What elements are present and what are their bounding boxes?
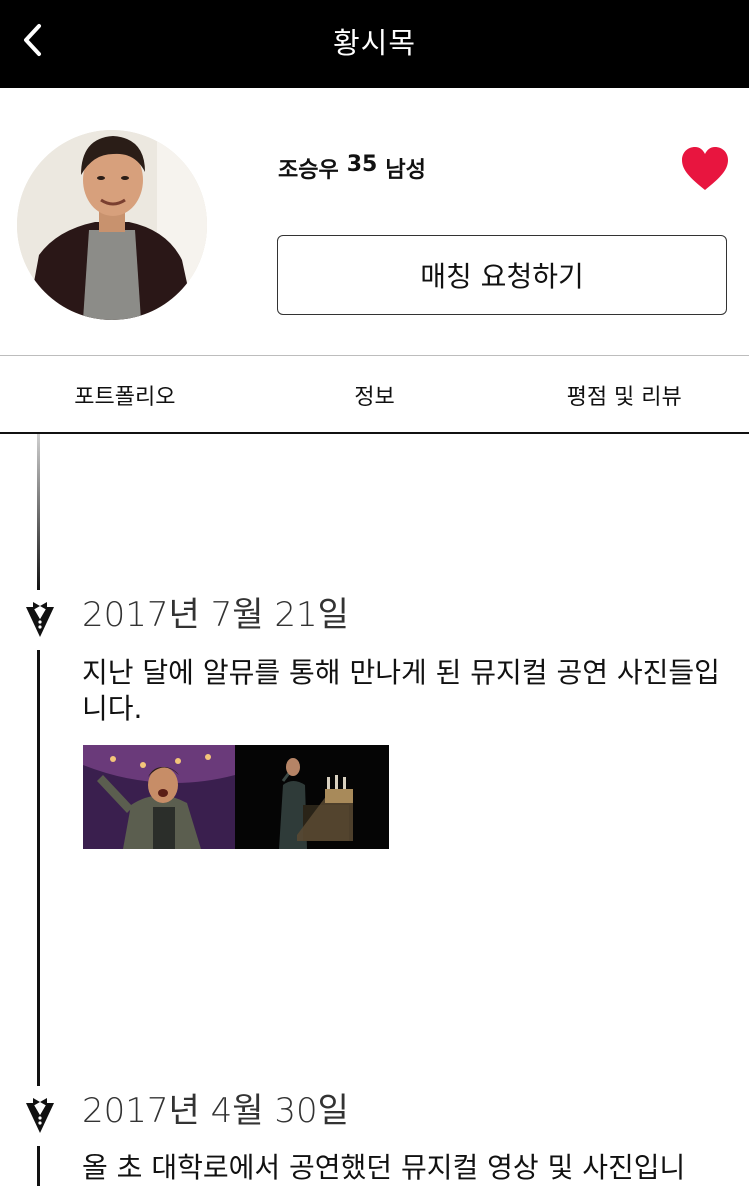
avatar[interactable] [17, 130, 207, 320]
tab-bar: 포트폴리오 정보 평점 및 리뷰 [0, 356, 749, 434]
profile-summary: 조승우 35 남성 [278, 152, 426, 184]
tuxedo-icon [26, 602, 54, 637]
heart-icon [682, 147, 728, 190]
tabs-divider [0, 432, 749, 434]
tab-ratings-reviews[interactable]: 평점 및 리뷰 [499, 356, 749, 433]
page-title: 황시목 [332, 26, 417, 60]
performer-stage-photo[interactable] [235, 745, 389, 849]
performer-singing-photo[interactable] [83, 745, 235, 849]
tab-portfolio[interactable]: 포트폴리오 [0, 356, 250, 434]
profile-gender: 남성 [385, 158, 426, 183]
favorite-button[interactable] [680, 146, 730, 192]
tuxedo-icon [26, 1098, 54, 1133]
entry-date: 2017년 7월 21일 [82, 595, 349, 635]
avatar-portrait-image [17, 130, 207, 320]
timeline-line [37, 434, 40, 590]
timeline-line [37, 650, 40, 1086]
entry-date: 2017년 4월 30일 [82, 1091, 349, 1131]
entry-description: 올 초 대학로에서 공연했던 뮤지컬 영상 및 사진입니 [82, 1151, 686, 1184]
profile-age: 35 [346, 152, 378, 177]
tab-info[interactable]: 정보 [250, 356, 500, 433]
match-request-button[interactable]: 매칭 요청하기 [277, 235, 727, 315]
app-header: 황시목 [0, 0, 749, 88]
entry-photos [83, 745, 389, 849]
entry-description: 지난 달에 알뮤를 통해 만나게 된 뮤지컬 공연 사진들입니다. [82, 656, 720, 725]
timeline-line [37, 1146, 40, 1186]
profile-name: 조승우 [278, 158, 339, 183]
